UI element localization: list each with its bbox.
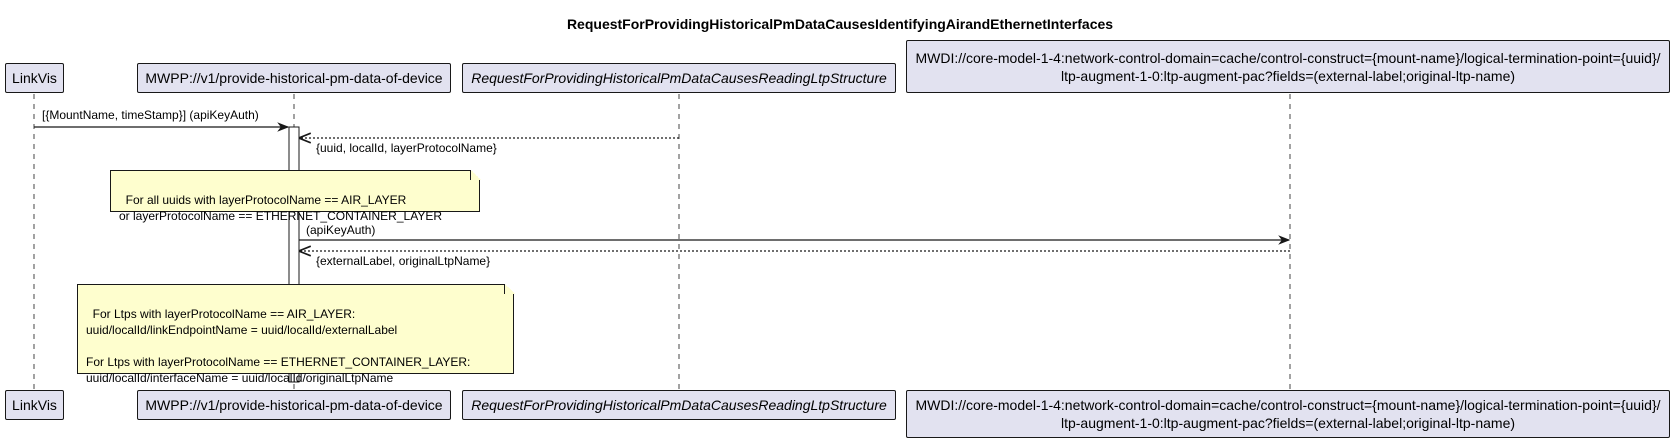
participant-mwpp-top: MWPP://v1/provide-historical-pm-data-of-… xyxy=(137,63,451,93)
participant-mwdi-top: MWDI://core-model-1-4:network-control-do… xyxy=(906,40,1670,93)
message-label-4: {externalLabel, originalLtpName} xyxy=(316,254,491,268)
message-label-3: (apiKeyAuth) xyxy=(306,223,376,237)
note-filter-uuids: For all uuids with layerProtocolName == … xyxy=(110,170,481,223)
participant-mwdi-bottom: MWDI://core-model-1-4:network-control-do… xyxy=(906,390,1670,438)
note-ltp-mapping-text: For Ltps with layerProtocolName == AIR_L… xyxy=(86,307,471,385)
participant-reading-ltp-bottom: RequestForProvidingHistoricalPmDataCause… xyxy=(462,390,896,420)
note-ltp-mapping: For Ltps with layerProtocolName == AIR_L… xyxy=(77,284,515,385)
participant-mwpp-bottom: MWPP://v1/provide-historical-pm-data-of-… xyxy=(137,390,451,420)
note-fold-icon xyxy=(470,170,481,180)
note-fold-icon xyxy=(504,284,515,294)
message-label-1: [{MountName, timeStamp}] (apiKeyAuth) xyxy=(42,108,259,122)
participant-linkvis-top: LinkVis xyxy=(5,63,64,93)
participant-linkvis-bottom: LinkVis xyxy=(5,390,64,420)
note-filter-uuids-text: For all uuids with layerProtocolName == … xyxy=(119,193,442,223)
participant-reading-ltp-top: RequestForProvidingHistoricalPmDataCause… xyxy=(462,63,896,93)
message-label-2: {uuid, localId, layerProtocolName} xyxy=(316,141,497,155)
